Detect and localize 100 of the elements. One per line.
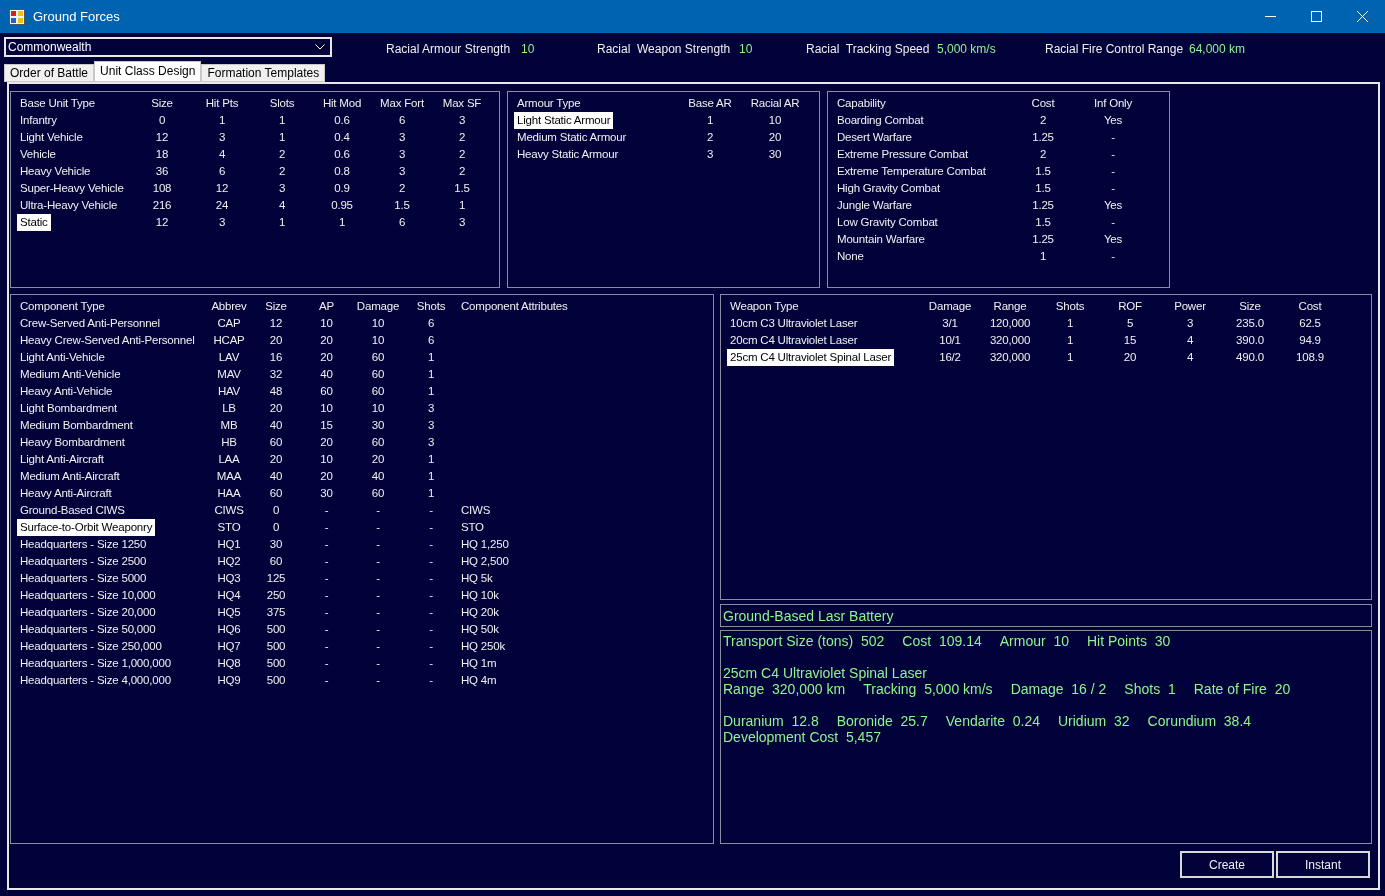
list-item[interactable]: Mountain Warfare xyxy=(834,230,928,249)
table-cell-text: LAV xyxy=(217,349,241,365)
list-item[interactable]: Infantry xyxy=(17,111,60,130)
faction-dropdown[interactable]: Commonwealth xyxy=(4,37,332,57)
column-header[interactable]: Damage xyxy=(352,297,404,316)
list-item[interactable]: Light Anti-Vehicle xyxy=(17,348,108,367)
list-item[interactable]: Heavy Crew-Served Anti-Personnel xyxy=(17,331,198,350)
list-item[interactable]: Headquarters - Size 1,000,000 xyxy=(17,654,174,673)
table-cell-text: - xyxy=(323,655,330,671)
list-item[interactable]: Headquarters - Size 4,000,000 xyxy=(17,671,174,690)
list-item[interactable]: 10cm C3 Ultraviolet Laser xyxy=(727,314,861,333)
column-header[interactable]: Weapon Type xyxy=(727,297,802,316)
list-item[interactable]: Medium Bombardment xyxy=(17,416,136,435)
column-header[interactable]: Abbrev xyxy=(207,297,251,316)
table-cell-text: - xyxy=(428,536,434,552)
list-item[interactable]: Boarding Combat xyxy=(834,111,927,130)
column-header[interactable]: Armour Type xyxy=(514,94,584,113)
column-header[interactable]: Base AR xyxy=(679,94,741,113)
list-item[interactable]: Light Vehicle xyxy=(17,128,86,147)
column-header[interactable]: Component Type xyxy=(17,297,108,316)
column-header[interactable]: Capability xyxy=(834,94,889,113)
list-item[interactable]: Headquarters - Size 20,000 xyxy=(17,603,159,622)
tab[interactable]: Unit Class Design xyxy=(94,61,202,82)
column-header[interactable]: Hit Mod xyxy=(312,94,372,113)
table-cell-text: - xyxy=(375,502,381,518)
column-header[interactable]: Max SF xyxy=(432,94,492,113)
list-item[interactable]: Low Gravity Combat xyxy=(834,213,941,232)
column-header[interactable]: Power xyxy=(1160,297,1220,316)
list-item[interactable]: Light Anti-Aircraft xyxy=(17,450,107,469)
table-cell-text: - xyxy=(428,621,434,637)
table-cell-text: 1.5 xyxy=(1034,214,1052,230)
tab[interactable]: Formation Templates xyxy=(201,64,326,82)
summary-text: Vendarite 0.24 xyxy=(945,713,1040,729)
tab[interactable]: Order of Battle xyxy=(4,64,95,82)
column-header[interactable]: Size xyxy=(1220,297,1280,316)
table-cell-text: 3 xyxy=(217,129,227,145)
list-item[interactable]: Heavy Static Armour xyxy=(514,145,621,164)
list-item[interactable]: 20cm C4 Ultraviolet Laser xyxy=(727,331,861,350)
list-item[interactable]: High Gravity Combat xyxy=(834,179,943,198)
list-item[interactable]: Vehicle xyxy=(17,145,59,164)
column-header[interactable]: Slots xyxy=(252,94,312,113)
list-item[interactable]: Surface-to-Orbit Weaponry xyxy=(17,518,156,537)
list-item[interactable]: Headquarters - Size 2500 xyxy=(17,552,150,571)
table-cell-text: 1.5 xyxy=(1034,180,1052,196)
list-item[interactable]: Heavy Anti-Vehicle xyxy=(17,382,116,401)
column-header[interactable]: Size xyxy=(251,297,301,316)
table-cell-text: HQ 1m xyxy=(460,655,498,671)
list-item[interactable]: Super-Heavy Vehicle xyxy=(17,179,127,198)
stat-label: Racial Tracking Speed xyxy=(806,41,931,58)
stat-value: 5,000 km/s xyxy=(937,41,996,58)
action-button[interactable]: Create xyxy=(1180,851,1274,878)
list-item[interactable]: None xyxy=(834,247,867,266)
table-cell-text: 60 xyxy=(319,383,334,399)
table-cell-text: 108.9 xyxy=(1295,349,1325,365)
list-item[interactable]: Headquarters - Size 5000 xyxy=(17,569,150,588)
column-header[interactable]: ROF xyxy=(1100,297,1160,316)
column-header[interactable]: Cost xyxy=(1280,297,1340,316)
table-cell-text: 20 xyxy=(319,349,334,365)
list-item[interactable]: Heavy Bombardment xyxy=(17,433,128,452)
column-header[interactable]: Shots xyxy=(404,297,458,316)
list-item[interactable]: Extreme Pressure Combat xyxy=(834,145,971,164)
column-header[interactable]: Damage xyxy=(920,297,980,316)
column-header[interactable]: AP xyxy=(301,297,352,316)
list-item[interactable]: Headquarters - Size 1250 xyxy=(17,535,150,554)
action-button[interactable]: Instant xyxy=(1276,851,1370,878)
list-item[interactable]: Jungle Warfare xyxy=(834,196,915,215)
column-header[interactable]: Cost xyxy=(1010,94,1076,113)
table-cell-text: 0.4 xyxy=(333,129,351,145)
table-cell-text: Yes xyxy=(1102,231,1124,247)
list-item[interactable]: Ground-Based CIWS xyxy=(17,501,128,520)
table-cell-text: 1 xyxy=(1065,315,1075,331)
column-header[interactable]: Size xyxy=(132,94,192,113)
column-header[interactable]: Inf Only xyxy=(1076,94,1150,113)
list-item[interactable]: Heavy Vehicle xyxy=(17,162,94,181)
column-header[interactable]: Component Attributes xyxy=(458,297,713,316)
table-cell-text: 94.9 xyxy=(1298,332,1322,348)
table-cell-text: 490.0 xyxy=(1235,349,1265,365)
list-item[interactable]: Light Static Armour xyxy=(514,111,614,130)
list-item[interactable]: Extreme Temperature Combat xyxy=(834,162,989,181)
list-item[interactable]: Headquarters - Size 250,000 xyxy=(17,637,165,656)
column-header[interactable]: Shots xyxy=(1040,297,1100,316)
list-item[interactable]: Medium Anti-Vehicle xyxy=(17,365,124,384)
column-header[interactable]: Max Fort xyxy=(372,94,432,113)
list-item[interactable]: Crew-Served Anti-Personnel xyxy=(17,314,163,333)
list-item[interactable]: Headquarters - Size 50,000 xyxy=(17,620,159,639)
table-cell-text: HCAP xyxy=(212,332,246,348)
list-item[interactable]: Light Bombardment xyxy=(17,399,120,418)
design-name-field[interactable]: Ground-Based Lasr Battery xyxy=(720,604,1372,627)
list-item[interactable]: Ultra-Heavy Vehicle xyxy=(17,196,121,215)
list-item[interactable]: 25cm C4 Ultraviolet Spinal Laser xyxy=(727,348,895,367)
list-item[interactable]: Medium Anti-Aircraft xyxy=(17,467,123,486)
column-header[interactable]: Hit Pts xyxy=(192,94,252,113)
list-item[interactable]: Desert Warfare xyxy=(834,128,915,147)
column-header[interactable]: Racial AR xyxy=(741,94,809,113)
list-item[interactable]: Medium Static Armour xyxy=(514,128,630,147)
column-header[interactable]: Range xyxy=(980,297,1040,316)
list-item[interactable]: Static xyxy=(17,213,51,232)
list-item[interactable]: Heavy Anti-Aircraft xyxy=(17,484,115,503)
column-header[interactable]: Base Unit Type xyxy=(17,94,98,113)
list-item[interactable]: Headquarters - Size 10,000 xyxy=(17,586,159,605)
